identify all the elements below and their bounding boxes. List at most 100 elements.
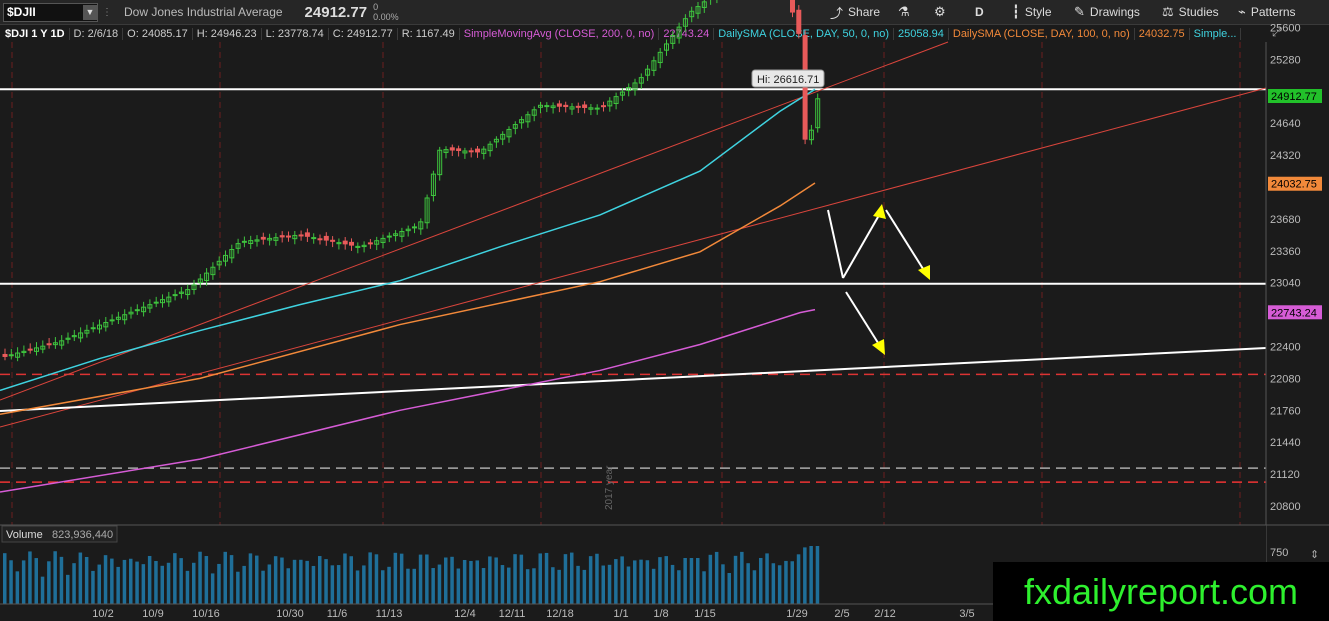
candle-body [304,232,310,237]
volume-bar [387,566,391,604]
arrow-line [842,209,883,279]
volume-bar [532,568,536,604]
candle-body [594,107,600,110]
x-tick-label: 2/5 [834,608,849,620]
y-tick-label: 25280 [1270,54,1301,66]
volume-bar [677,570,681,604]
volume-bar [670,564,675,604]
candles-layer [2,0,821,362]
volume-bar [633,560,637,604]
volume-bar [198,551,202,604]
volume-bar [790,561,794,604]
y-tick-label: 22400 [1270,342,1301,354]
y-tick-label: 21440 [1270,437,1301,449]
volume-bar [815,546,820,604]
y-tick-label: 21120 [1270,469,1300,481]
volume-bar [765,553,769,604]
volume-bar [406,568,410,604]
high-annotation-text: Hi: 26616.71 [757,74,819,86]
y-tick-label: 22080 [1270,373,1301,385]
volume-bar [53,551,57,604]
volume-bar [374,554,379,604]
volume-bar [538,553,542,604]
volume-bar [752,570,757,604]
volume-bar [513,554,517,604]
volume-bar [557,569,561,604]
forecast-arrows [827,204,930,355]
volume-bar [696,558,700,604]
candle-body [260,236,266,240]
volume-bar [469,560,473,604]
candle-body [323,235,329,241]
y-tick-label: 21760 [1270,405,1301,417]
volume-bar [475,560,479,604]
candle-body [796,9,802,34]
volume-bar [336,565,341,604]
y-tick-label: 25920 [1270,0,1301,3]
volume-bar [47,561,51,604]
volume-bar [210,573,215,604]
volume-bar [784,560,788,604]
expand-icon: ⤢ [1271,25,1282,39]
price-label-text: 24912.77 [1271,91,1317,103]
volume-bar [614,559,618,604]
volume-bar [78,552,83,604]
volume-bar [809,546,813,604]
volume-bar [639,559,643,604]
candle-body [134,309,140,312]
volume-bar [620,556,624,604]
x-tick-label: 10/16 [192,608,220,620]
price-label-text: 24032.75 [1271,179,1317,191]
volume-bar [34,558,38,604]
candle-body [172,294,178,297]
sma200-line [0,308,816,493]
volume-bar [318,556,322,604]
volume-axis-label: 750 [1270,547,1288,559]
y-tick-label: 20800 [1270,501,1301,513]
volume-bar [236,571,240,604]
volume-bar [362,565,366,604]
volume-bar [292,559,297,604]
volume-bar [255,555,259,604]
x-tick-label: 1/29 [786,608,807,620]
volume-bar [456,568,461,604]
volume-bar [588,556,593,604]
volume-value: 823,936,440 [52,529,113,541]
annotations-layer: Hi: 26616.71 2017 year [604,69,825,510]
candle-body [475,148,480,153]
candle-body [8,354,14,357]
volume-bar [72,563,76,604]
volume-bar [59,556,64,604]
lower-channel-line [0,87,1267,428]
volume-bar [166,562,171,604]
volume-bar [242,565,246,604]
volume-bar [173,553,177,604]
y-tick-label: 23360 [1270,246,1301,258]
candle-body [298,234,304,237]
x-tick-label: 1/8 [653,608,668,620]
candle-body [90,327,96,330]
candle-body [575,105,581,108]
volume-bar [185,570,190,604]
volume-bar [110,558,114,604]
volume-bar [721,564,725,604]
volume-bar [349,556,353,604]
candle-body [342,240,348,245]
candle-body [279,235,285,238]
volume-bar [305,560,309,604]
volume-bar [135,561,139,604]
volume-bar [462,559,467,604]
volume-bar [273,556,278,604]
x-tick-label: 12/18 [546,608,574,620]
volume-bar [746,563,750,604]
candle-body [317,238,323,241]
price-chart[interactable]: Hi: 26616.71 2017 year 27200268802656026… [0,0,1329,621]
volume-bar [740,551,744,604]
collapse-icon: ⇕ [1310,548,1319,561]
volume-bar [519,554,524,604]
candle-body [601,105,606,108]
volume-bar [154,560,158,604]
volume-bar [393,552,398,604]
volume-bar [626,566,631,604]
x-tick-label: 11/13 [376,608,403,620]
